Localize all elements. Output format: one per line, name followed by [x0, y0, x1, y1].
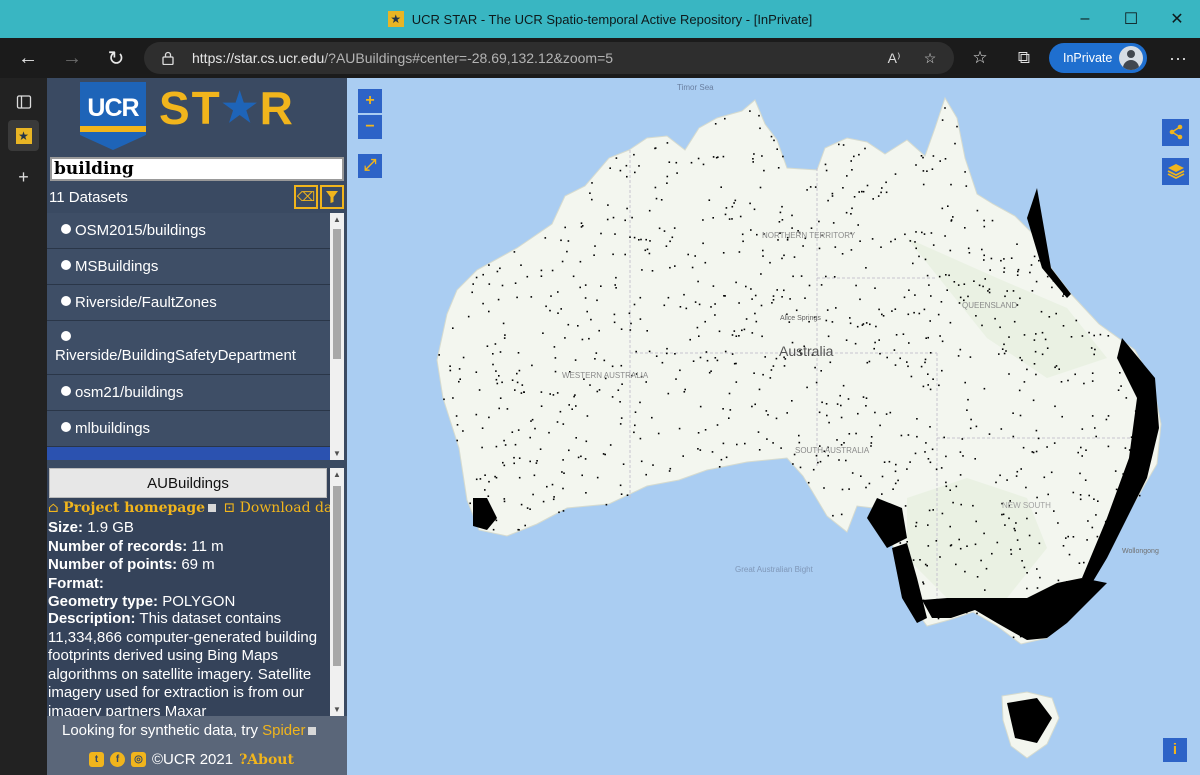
tab-ucr-star[interactable]: ★	[8, 120, 39, 151]
geometry-row: Geometry type: POLYGON	[48, 593, 236, 610]
scroll-up-icon[interactable]: ▲	[330, 470, 344, 479]
add-favorite-icon[interactable]: ☆	[918, 48, 942, 68]
clear-filter-icon[interactable]: ⌫	[294, 185, 318, 209]
map-label-western-australia: WESTERN AUSTRALIA	[562, 371, 649, 380]
radio-icon[interactable]	[61, 296, 71, 306]
map-label-south-australia: SOUTH AUSTRALIA	[795, 446, 870, 455]
fullscreen-icon[interactable]: ⤢	[358, 154, 382, 178]
details-links: ⌂ Project homepage ⊡ Download data	[48, 500, 330, 516]
map-label-australia: Australia	[779, 343, 834, 359]
back-arrow-icon[interactable]: ←	[8, 38, 48, 78]
map-canvas[interactable]: Timor Sea NORTHERN TERRITORY QUEENSLAND …	[347, 78, 1200, 775]
dataset-item-mlbuildings[interactable]: mlbuildings	[47, 411, 330, 447]
refresh-icon[interactable]: ↻	[96, 38, 136, 78]
synthetic-data-hint: Looking for synthetic data, try Spider	[62, 722, 319, 739]
new-tab-icon[interactable]: +	[8, 162, 39, 193]
star-favicon-icon: ★	[15, 127, 32, 144]
close-button[interactable]: ✕	[1154, 0, 1200, 38]
inprivate-button[interactable]: InPrivate	[1049, 43, 1147, 73]
dataset-item-riverside-buildingsafety[interactable]: Riverside/BuildingSafetyDepartment	[47, 321, 330, 375]
url-text[interactable]: https://star.cs.ucr.edu/?AUBuildings#cen…	[192, 50, 613, 66]
scroll-down-icon[interactable]: ▼	[330, 449, 344, 458]
collections-icon[interactable]: ⧉	[1012, 46, 1036, 70]
dataset-item-osm2015[interactable]: OSM2015/buildings	[47, 213, 330, 249]
dataset-item-selected[interactable]	[47, 447, 330, 460]
facebook-icon[interactable]: f	[110, 752, 125, 767]
radio-icon[interactable]	[61, 224, 71, 234]
sidebar: UCR ST ★ R building 11 Datasets ⌫ OSM2015/…	[47, 78, 347, 775]
map-label-queensland: QUEENSLAND	[962, 301, 1017, 310]
lock-icon	[162, 51, 174, 65]
browser-toolbar: ← → ↻ https://star.cs.ucr.edu/?AUBuildin…	[0, 38, 1200, 78]
details-scrollbar[interactable]: ▲ ▼	[330, 468, 344, 716]
scroll-up-icon[interactable]: ▲	[330, 215, 344, 224]
dataset-count-row: 11 Datasets ⌫	[47, 184, 347, 212]
dataset-title: AUBuildings	[49, 468, 327, 498]
dataset-item-riverside-faultzones[interactable]: Riverside/FaultZones	[47, 285, 330, 321]
maximize-button[interactable]: ☐	[1108, 0, 1154, 38]
more-options-icon[interactable]: ···	[1162, 44, 1194, 72]
layers-icon[interactable]	[1162, 158, 1189, 185]
forward-arrow-icon[interactable]: →	[52, 38, 92, 78]
dataset-count: 11 Datasets	[49, 189, 128, 206]
dataset-details: AUBuildings ⌂ Project homepage ⊡ Downloa…	[47, 468, 330, 716]
instagram-icon[interactable]: ◎	[131, 752, 146, 767]
map-label-great-australian-bight: Great Australian Bight	[735, 565, 814, 574]
map-label-wollongong: Wollongong	[1122, 548, 1159, 555]
info-icon[interactable]: i	[1163, 738, 1187, 762]
radio-icon[interactable]	[61, 260, 71, 270]
zoom-in-button[interactable]: +	[358, 89, 382, 113]
size-row: Size: 1.9 GB	[48, 519, 134, 536]
download-data-link[interactable]: Download data	[240, 500, 330, 516]
copyright: ©UCR 2021	[152, 751, 234, 768]
description: Description: This dataset contains 11,33…	[48, 610, 318, 716]
read-aloud-icon[interactable]: A⁾	[882, 48, 906, 68]
share-icon[interactable]	[1162, 119, 1189, 146]
map-label-northern-territory: NORTHERN TERRITORY	[762, 231, 856, 240]
radio-icon[interactable]	[61, 331, 71, 341]
inprivate-label: InPrivate	[1063, 51, 1113, 65]
map-label-alice-springs: Alice Springs	[780, 315, 821, 322]
points-row: Number of points: 69 m	[48, 556, 215, 573]
radio-icon[interactable]	[61, 386, 71, 396]
map-label-new-south-wales: NEW SOUTH	[1002, 501, 1051, 510]
dataset-item-msbuildings[interactable]: MSBuildings	[47, 249, 330, 285]
records-row: Number of records: 11 m	[48, 537, 224, 555]
url-path: /?AUBuildings#center=-28.69,132.12&zoom=…	[324, 50, 614, 66]
sidebar-footer: Looking for synthetic data, try Spider t…	[47, 716, 347, 775]
vertical-tab-strip: ★ +	[0, 78, 47, 775]
external-link-icon	[308, 727, 317, 735]
dataset-item-osm21[interactable]: osm21/buildings	[47, 375, 330, 411]
url-host: https://star.cs.ucr.edu	[192, 50, 325, 66]
format-row: Format:	[48, 574, 104, 592]
filter-icon[interactable]	[320, 185, 344, 209]
window-title: UCR STAR - The UCR Spatio-temporal Activ…	[411, 11, 813, 27]
title-bar: ★ UCR STAR - The UCR Spatio-temporal Act…	[0, 0, 1200, 38]
ucr-star-logo: UCR ST ★ R	[47, 78, 347, 154]
map-label-timor-sea: Timor Sea	[677, 83, 714, 92]
favorites-icon[interactable]: ☆	[968, 46, 992, 70]
dataset-list-scrollbar[interactable]: ▲ ▼	[330, 213, 344, 460]
dataset-search-input[interactable]: building	[50, 157, 344, 181]
about-link[interactable]: ?About	[239, 752, 294, 768]
download-icon: ⊡	[223, 500, 236, 516]
footer-social-row: t f ◎ ©UCR 2021 ?About	[89, 751, 294, 768]
home-icon: ⌂	[48, 500, 59, 516]
project-homepage-link[interactable]: Project homepage	[63, 500, 205, 516]
minimize-button[interactable]: –	[1062, 0, 1108, 38]
scroll-down-icon[interactable]: ▼	[330, 705, 344, 714]
avatar	[1119, 46, 1143, 70]
spider-link[interactable]: Spider	[262, 722, 305, 739]
app-star-icon: ★	[387, 11, 404, 27]
external-link-icon	[208, 504, 217, 512]
twitter-icon[interactable]: t	[89, 752, 104, 767]
radio-icon[interactable]	[61, 422, 71, 432]
map-view[interactable]: Timor Sea NORTHERN TERRITORY QUEENSLAND …	[347, 78, 1200, 775]
dataset-list: OSM2015/buildings MSBuildings Riverside/…	[47, 213, 330, 460]
tab-actions-icon[interactable]	[8, 86, 39, 117]
address-bar[interactable]: https://star.cs.ucr.edu/?AUBuildings#cen…	[144, 42, 954, 74]
zoom-out-button[interactable]: −	[358, 115, 382, 139]
